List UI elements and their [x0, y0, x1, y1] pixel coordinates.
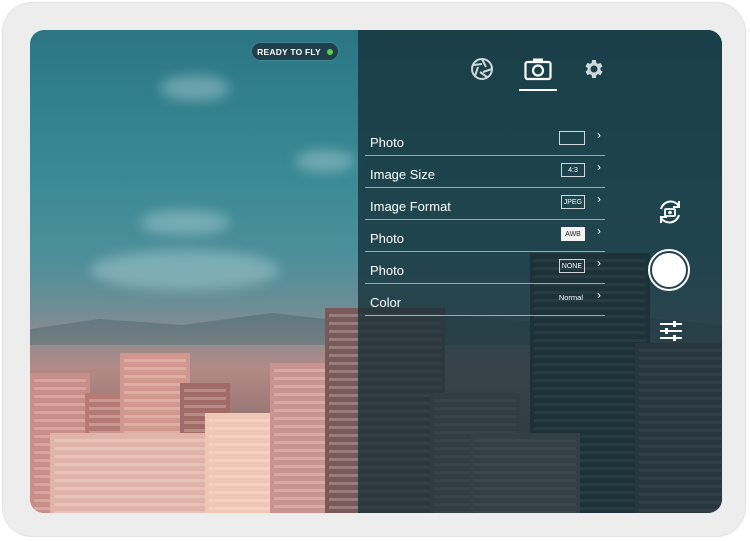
- cloud: [90, 250, 280, 290]
- shutter-inner: [652, 253, 686, 287]
- gear-icon: [585, 60, 603, 78]
- sliders-icon: [660, 321, 682, 341]
- row-label: Image Size: [370, 167, 436, 182]
- chevron-right-icon: ›: [597, 288, 601, 302]
- camera-switch-icon: [660, 200, 680, 224]
- status-indicator-dot: [326, 48, 333, 55]
- settings-row-color[interactable]: Color Normal ›: [365, 284, 605, 316]
- row-label: Photo: [370, 231, 404, 246]
- row-value-box: [559, 131, 585, 145]
- settings-row-image-size[interactable]: Image Size 4:3 ›: [365, 156, 605, 188]
- chevron-right-icon: ›: [597, 256, 601, 270]
- aperture-icon: [471, 58, 493, 80]
- settings-row-image-format[interactable]: Image Format JPEG ›: [365, 188, 605, 220]
- shutter-button[interactable]: [648, 249, 690, 291]
- row-label: Image Format: [370, 199, 451, 214]
- chevron-right-icon: ›: [597, 224, 601, 238]
- switch-camera-button[interactable]: [653, 195, 687, 229]
- adjust-settings-button[interactable]: [656, 316, 686, 346]
- camera-settings-list: Photo › Image Size 4:3 › Image Format JP…: [365, 124, 605, 316]
- row-value-text: Normal: [558, 292, 583, 302]
- building: [50, 433, 230, 513]
- chevron-right-icon: ›: [597, 192, 601, 206]
- row-label: Photo: [370, 135, 404, 150]
- cloud: [140, 210, 230, 235]
- status-text: READY TO FLY: [257, 46, 321, 57]
- row-value-box: 4:3: [561, 163, 585, 177]
- camera-icon: [524, 58, 552, 81]
- settings-row-style[interactable]: Photo NONE ›: [365, 252, 605, 284]
- settings-row-white-balance[interactable]: Photo AWB ›: [365, 220, 605, 252]
- cloud: [160, 75, 230, 101]
- row-value-box: NONE: [558, 259, 585, 273]
- building: [270, 363, 330, 513]
- row-value-box: JPEG: [560, 195, 585, 209]
- settings-row-photo[interactable]: Photo ›: [365, 124, 605, 156]
- active-tab-indicator: [519, 89, 557, 91]
- tablet-frame: READY TO FLY Photo › Image Size 4:3 › Im…: [2, 2, 746, 537]
- chevron-right-icon: ›: [597, 160, 601, 174]
- tab-settings[interactable]: [576, 52, 612, 86]
- tab-aperture[interactable]: [464, 52, 500, 86]
- flight-status-badge: READY TO FLY: [252, 43, 338, 60]
- tab-camera[interactable]: [520, 52, 556, 86]
- cloud: [295, 150, 355, 172]
- row-label: Photo: [370, 263, 404, 278]
- row-value-box: AWB: [561, 227, 585, 241]
- chevron-right-icon: ›: [597, 128, 601, 142]
- row-label: Color: [370, 295, 402, 310]
